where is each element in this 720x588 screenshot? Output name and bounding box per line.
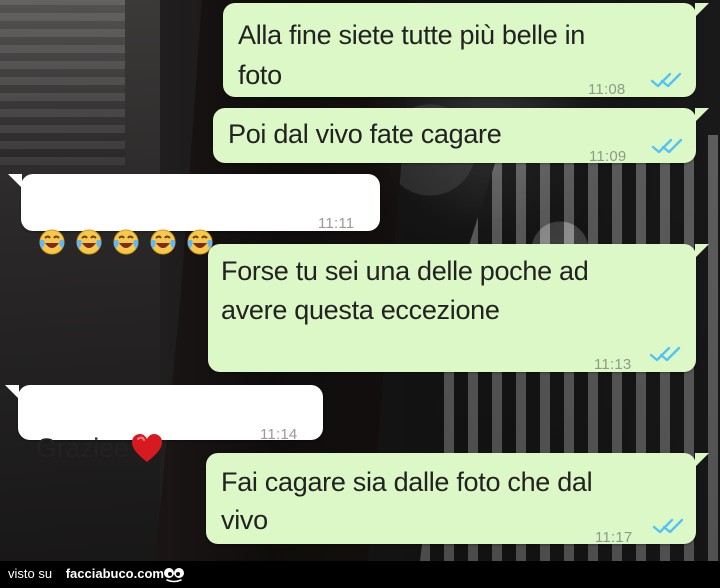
message-text-6: Fai cagare sia dalle foto che dal vivo: [221, 467, 593, 535]
chat-screenshot: Alla fine siete tutte più belle in foto …: [0, 0, 720, 561]
message-bubble-2[interactable]: Poi dal vivo fate cagare 11:09: [213, 108, 709, 165]
double-check-icon: [649, 346, 681, 362]
message-bubble-5[interactable]: Graziee 11:14: [5, 385, 323, 463]
message-bubble-6[interactable]: Fai cagare sia dalle foto che dal vivo 1…: [206, 453, 709, 546]
face-with-tears-of-joy-icon: [113, 229, 139, 255]
message-bubble-3[interactable]: 11:11: [8, 174, 380, 255]
emoji-row: [38, 185, 223, 255]
double-check-icon: [652, 518, 684, 534]
message-time-4: 11:13: [594, 356, 632, 373]
face-with-tears-of-joy-icon: [150, 229, 176, 255]
message-bubble-1[interactable]: Alla fine siete tutte più belle in foto …: [223, 3, 709, 98]
message-text-1: Alla fine siete tutte più belle in foto: [238, 20, 586, 90]
message-time-5: 11:14: [260, 426, 298, 443]
face-with-tears-of-joy-icon: [39, 229, 65, 255]
double-check-icon: [650, 72, 682, 88]
watermark-footer: visto su facciabuco.com: [0, 561, 720, 588]
message-bubble-4[interactable]: Forse tu sei una delle poche ad avere qu…: [208, 244, 709, 373]
red-heart-icon: [132, 434, 163, 462]
message-time-6: 11:17: [595, 529, 633, 546]
background-window: [0, 0, 125, 165]
footer-visto-label: visto su: [8, 566, 53, 581]
message-text-2: Poi dal vivo fate cagare: [228, 119, 502, 149]
footer-site-label: facciabuco.com: [65, 566, 164, 581]
eyes-icon: [164, 568, 184, 583]
message-time-1: 11:08: [588, 81, 626, 98]
message-text-4: Forse tu sei una delle poche ad avere qu…: [221, 256, 589, 325]
face-with-tears-of-joy-icon: [76, 229, 102, 255]
message-time-2: 11:09: [589, 148, 627, 165]
double-check-icon: [651, 138, 683, 154]
message-text-5: Graziee: [36, 433, 129, 463]
message-time-3: 11:11: [318, 215, 355, 232]
footer-brand: visto su facciabuco.com: [8, 566, 164, 582]
message-text-5-container: Graziee: [36, 393, 164, 467]
